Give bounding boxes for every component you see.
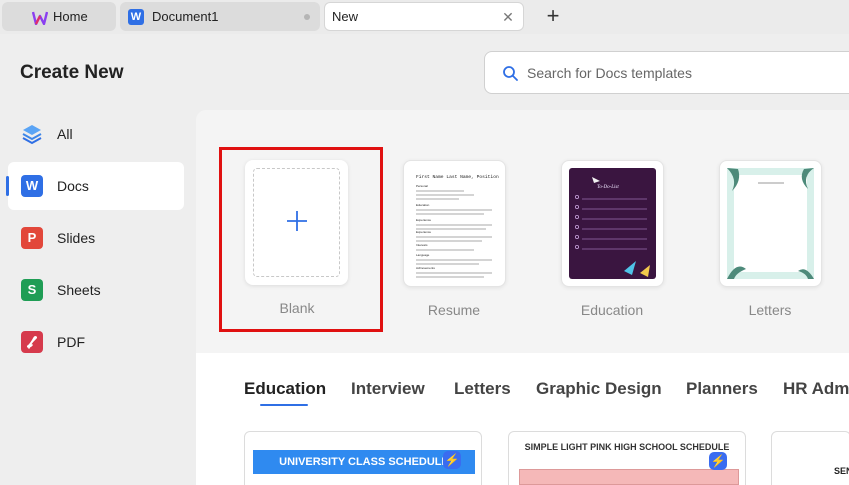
resume-name-text: First Name Last Name, Position — [416, 174, 499, 180]
resume-section: Interests — [416, 243, 428, 247]
page-title: Create New — [20, 62, 124, 83]
resume-section: Achievements — [416, 266, 435, 270]
wps-logo-icon — [32, 11, 48, 25]
docs-w-icon: W — [128, 8, 144, 25]
template-letters[interactable] — [719, 160, 822, 287]
sidebar-item-label: Docs — [57, 178, 89, 194]
resume-section: Education — [416, 203, 430, 207]
tab-new-label: New — [332, 9, 359, 24]
schedule-header-row — [519, 469, 739, 485]
slides-icon: P — [21, 227, 43, 249]
education-thumbnail: To-Do-List — [569, 168, 656, 279]
highlight-box — [219, 147, 383, 332]
category-tab-letters[interactable]: Letters — [454, 379, 511, 399]
sidebar-item-label: Slides — [57, 230, 96, 246]
card-title: UNIVERSITY CLASS SCHEDULE — [253, 450, 475, 474]
template-label-letters: Letters — [748, 302, 792, 318]
template-education[interactable]: To-Do-List — [561, 160, 664, 287]
template-card-third[interactable]: SEN — [771, 431, 849, 485]
category-tab-interview[interactable]: Interview — [351, 379, 425, 399]
search-placeholder: Search for Docs templates — [527, 64, 692, 81]
sidebar-item-all[interactable]: All — [8, 110, 184, 158]
category-tab-graphic-design[interactable]: Graphic Design — [536, 379, 662, 399]
category-tab-hr-admin[interactable]: HR Adm — [783, 379, 849, 399]
card-title: SIMPLE LIGHT PINK HIGH SCHOOL SCHEDULE — [524, 442, 730, 452]
layers-icon — [22, 125, 42, 145]
tab-home-label: Home — [53, 9, 88, 24]
education-title-text: To-Do-List — [597, 185, 619, 190]
template-resume[interactable]: First Name Last Name, Position Personal … — [403, 160, 506, 287]
sidebar-item-slides[interactable]: P Slides — [8, 214, 184, 262]
sidebar-item-label: Sheets — [57, 282, 101, 298]
tab-bar: Home W Document1 New ✕ + — [0, 0, 849, 34]
tab-document1[interactable]: W Document1 — [120, 2, 320, 31]
category-tab-education[interactable]: Education — [244, 379, 326, 399]
tab-new[interactable]: New ✕ — [324, 2, 524, 31]
template-label-resume: Resume — [427, 302, 481, 318]
tab-document1-label: Document1 — [152, 9, 219, 24]
active-tab-underline — [260, 404, 308, 406]
sheets-icon: S — [21, 279, 43, 301]
category-tab-planners[interactable]: Planners — [686, 379, 758, 399]
active-indicator — [6, 176, 9, 196]
card-title: SEN — [834, 466, 849, 476]
resume-section: Experience — [416, 218, 431, 222]
pdf-icon — [21, 331, 43, 353]
sidebar-item-sheets[interactable]: S Sheets — [8, 266, 184, 314]
new-tab-plus-icon[interactable]: + — [543, 5, 563, 27]
tab-home[interactable]: Home — [2, 2, 116, 31]
resume-section: Language — [416, 253, 430, 257]
docs-icon: W — [21, 175, 43, 197]
search-icon — [503, 65, 518, 81]
template-card-university-schedule[interactable]: UNIVERSITY CLASS SCHEDULE ⚡ — [244, 431, 482, 485]
search-input[interactable]: Search for Docs templates — [484, 51, 849, 94]
sidebar-item-label: PDF — [57, 334, 85, 350]
premium-bolt-icon: ⚡ — [443, 451, 461, 469]
premium-bolt-icon: ⚡ — [709, 452, 727, 470]
resume-section: Personal — [416, 184, 428, 188]
resume-thumbnail: First Name Last Name, Position Personal … — [416, 174, 499, 278]
sidebar-item-pdf[interactable]: PDF — [8, 318, 184, 366]
sidebar-item-docs[interactable]: W Docs — [6, 162, 184, 210]
resume-section: Experience — [416, 230, 431, 234]
letters-thumbnail — [727, 168, 814, 279]
template-label-education: Education — [580, 302, 644, 318]
template-card-pink-schedule[interactable]: SIMPLE LIGHT PINK HIGH SCHOOL SCHEDULE ⚡ — [508, 431, 746, 485]
unsaved-dot-icon — [304, 14, 310, 20]
sidebar-item-label: All — [57, 126, 73, 142]
close-tab-icon[interactable]: ✕ — [501, 10, 515, 24]
